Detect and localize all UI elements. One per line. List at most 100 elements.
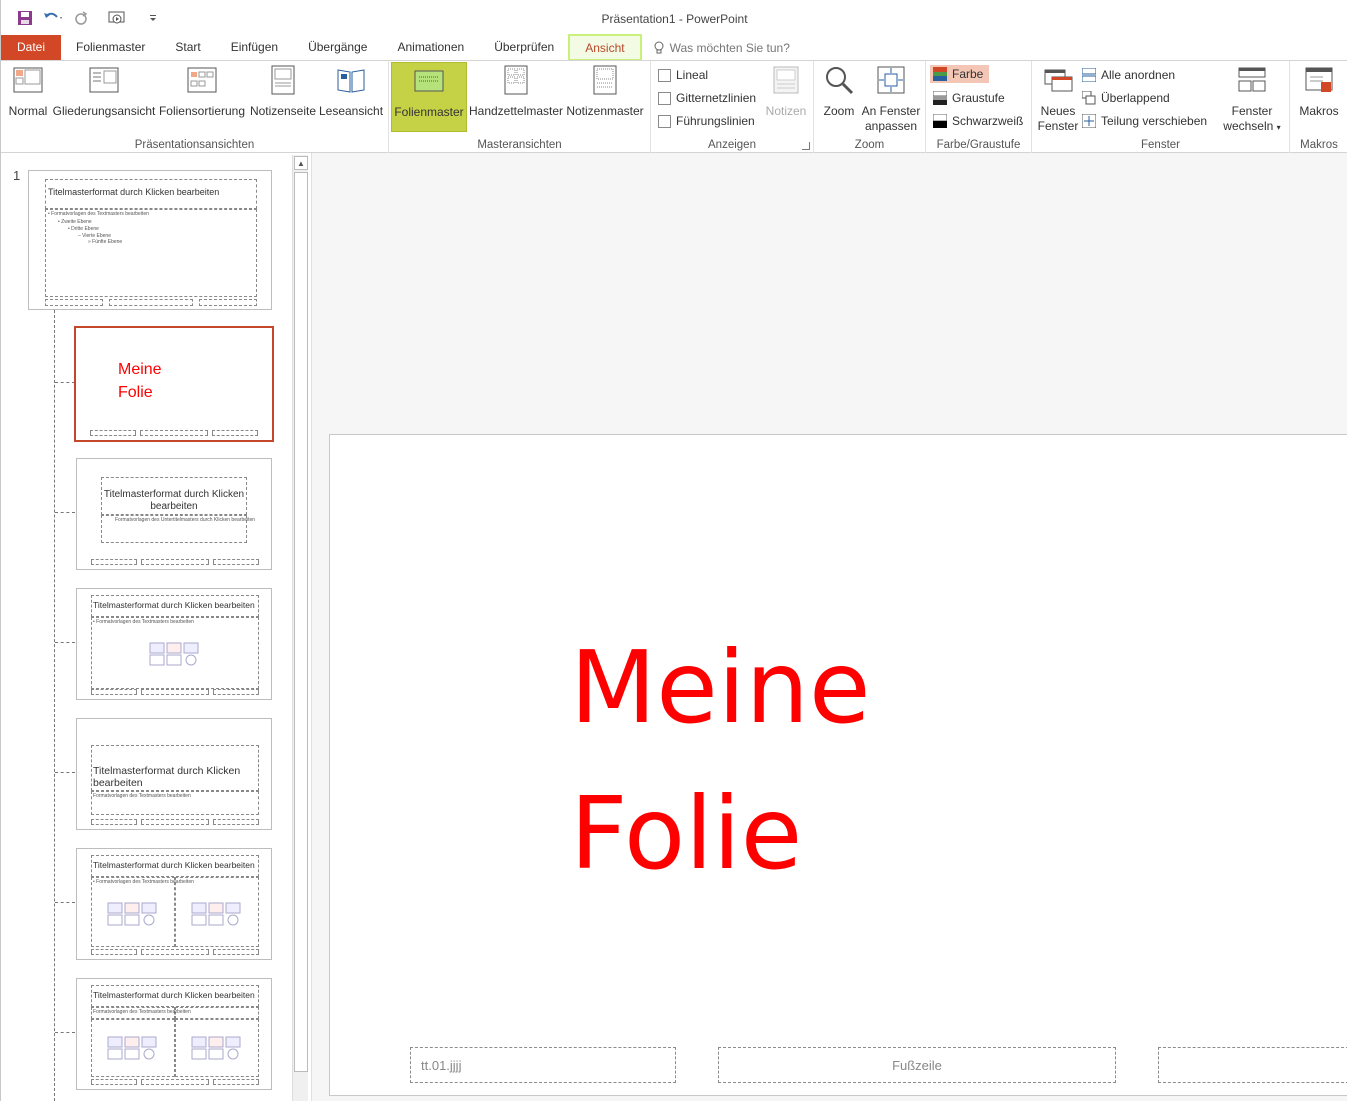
slide-sorter-button[interactable]: Foliensortierung [157,64,247,119]
thumb-footer-right [213,689,259,695]
layout-connector-5 [55,902,75,903]
thumb-footer-right [212,430,258,436]
macros-label: Makros [1299,104,1339,118]
content-thumb-title: Titelmasterformat durch Klicken bearbeit… [93,600,255,610]
gridlines-checkbox[interactable]: Gitternetzlinien [658,91,756,105]
black-white-button[interactable]: Schwarzweiß [933,114,1023,128]
grayscale-label: Graustufe [952,91,1005,105]
color-label: Farbe [952,67,984,81]
guides-label: Führungslinien [676,114,755,128]
thumb-footer-left [90,430,136,436]
layout-thumbnail-title[interactable]: Meine Folie [74,326,274,442]
reading-view-button[interactable]: Leseansicht [319,64,383,119]
group-zoom: Zoom An Fenster anpassen Zoom [814,61,926,153]
content-thumb-body: • Formatvorlagen des Textmasters bearbei… [93,619,194,625]
move-split-button[interactable]: Teilung verschieben [1082,114,1207,128]
tab-datei[interactable]: Datei [1,35,61,60]
layout-connector-2 [55,512,75,513]
ribbon-tabs: Datei Folienmaster Start Einfügen Übergä… [1,34,1347,61]
tab-start[interactable]: Start [160,35,215,60]
thumb-footer-center [109,299,193,306]
layout-thumbnail-content[interactable]: Titelmasterformat durch Klicken bearbeit… [76,588,272,700]
notes-button[interactable]: Notizen [763,64,809,119]
group-macros: Makros Makros [1290,61,1347,153]
new-window-button[interactable]: Neues Fenster [1038,64,1078,134]
content-placeholder-icons-right [191,902,241,926]
slide-title-line1: Meine [570,629,871,746]
thumb-footer-left [91,949,137,955]
group-label-master-views: Masteransichten [477,139,562,151]
reading-view-label: Leseansicht [318,104,384,118]
fit-to-window-button[interactable]: An Fenster anpassen [860,64,922,134]
notes-page-icon [271,65,295,95]
tab-folienmaster[interactable]: Folienmaster [61,35,160,60]
guides-check[interactable] [658,114,671,128]
gridlines-label: Gitternetzlinien [676,91,757,105]
layout-connector-4 [55,772,75,773]
black-white-label: Schwarzweiß [952,114,1024,128]
color-button[interactable]: Farbe [930,65,990,83]
layout-thumbnail-title-only[interactable]: Titelmasterformat durch Klicken bearbeit… [76,458,272,570]
ruler-check[interactable] [658,68,671,82]
cascade-label: Überlappend [1101,91,1170,105]
layout-thumbnail-comparison[interactable]: Titelmasterformat durch Klicken bearbeit… [76,978,272,1090]
grayscale-button[interactable]: Graustufe [933,91,1005,105]
fit-line2: anpassen [864,119,918,133]
tab-ansicht[interactable]: Ansicht [568,34,642,61]
thumb-footer-right [213,819,259,825]
tell-me-placeholder: Was möchten Sie tun? [669,40,790,55]
macros-button[interactable]: Makros [1294,64,1344,119]
thumb-footer-center [141,1079,209,1085]
scroll-up-arrow-icon[interactable]: ▲ [294,156,308,170]
switch-windows-button[interactable]: Fenster wechseln ▾ [1220,64,1284,135]
section-thumb-sub: Formatvorlagen des Untertitelmasters dur… [115,517,256,523]
tab-uebergaenge[interactable]: Übergänge [293,35,382,60]
two-content-thumb-body: • Formatvorlagen des Textmasters bearbei… [93,879,194,885]
dropdown-arrow-icon: ▾ [1276,123,1281,132]
slide-number-placeholder[interactable] [1158,1047,1347,1083]
notes-label: Notizen [765,104,807,118]
tab-einfuegen[interactable]: Einfügen [216,35,293,60]
tab-animationen[interactable]: Animationen [382,35,479,60]
layout-thumbnail-two-content[interactable]: Titelmasterformat durch Klicken bearbeit… [76,848,272,960]
master-thumb-title: Titelmasterformat durch Klicken bearbeit… [48,187,220,197]
cascade-button[interactable]: Überlappend [1082,91,1170,105]
tell-me-box[interactable]: Was möchten Sie tun? [641,35,790,60]
layout-thumbnail-section-header[interactable]: Titelmasterformat durch Klicken bearbeit… [76,718,272,830]
notes-master-button[interactable]: Notizenmaster [565,64,645,119]
date-placeholder[interactable]: tt.01.jjjj [410,1047,676,1083]
thumb-footer-left [91,689,137,695]
slide-title[interactable]: Meine Folie [570,615,871,907]
section-header-thumb-title: Titelmasterformat durch Klicken bearbeit… [93,765,241,789]
move-split-label: Teilung verschieben [1101,114,1208,128]
footer-placeholder[interactable]: Fußzeile [718,1047,1116,1083]
content-placeholder-icons [149,642,199,666]
title-bar: Präsentation1 - PowerPoint [1,0,1347,35]
zoom-button[interactable]: Zoom [820,64,858,119]
master-thumbnail[interactable]: Titelmasterformat durch Klicken bearbeit… [28,170,272,310]
outline-view-button[interactable]: Gliederungsansicht [53,64,155,119]
layout-connector-6 [55,1032,75,1033]
slide-sorter-icon [187,67,217,93]
gridlines-check[interactable] [658,91,671,105]
normal-view-label: Normal [8,104,48,118]
content-placeholder-icons-left [107,1036,157,1060]
scroll-thumb[interactable] [294,172,308,1072]
new-window-line1: Neues [1040,104,1076,118]
guides-checkbox[interactable]: Führungslinien [658,114,755,128]
thumb-footer-right [213,1079,259,1085]
current-slide[interactable]: Meine Folie tt.01.jjjj Fußzeile [329,434,1347,1096]
normal-view-button[interactable]: Normal [7,64,49,119]
magnifier-icon [826,67,854,95]
handout-master-button[interactable]: Handzettelmaster [469,64,563,119]
window-title: Präsentation1 - PowerPoint [601,12,748,26]
ruler-label: Lineal [676,68,709,82]
ruler-checkbox[interactable]: Lineal [658,68,708,82]
slide-master-button[interactable]: Folienmaster [391,62,467,132]
thumb-footer-center [141,689,209,695]
thumbnail-scrollbar[interactable]: ▲ [292,155,308,1101]
tab-ueberpruefen[interactable]: Überprüfen [479,35,569,60]
arrange-all-button[interactable]: Alle anordnen [1082,68,1175,82]
notes-page-button[interactable]: Notizenseite [249,64,317,119]
switch-windows-label: Fenster wechseln ▾ [1223,104,1280,135]
